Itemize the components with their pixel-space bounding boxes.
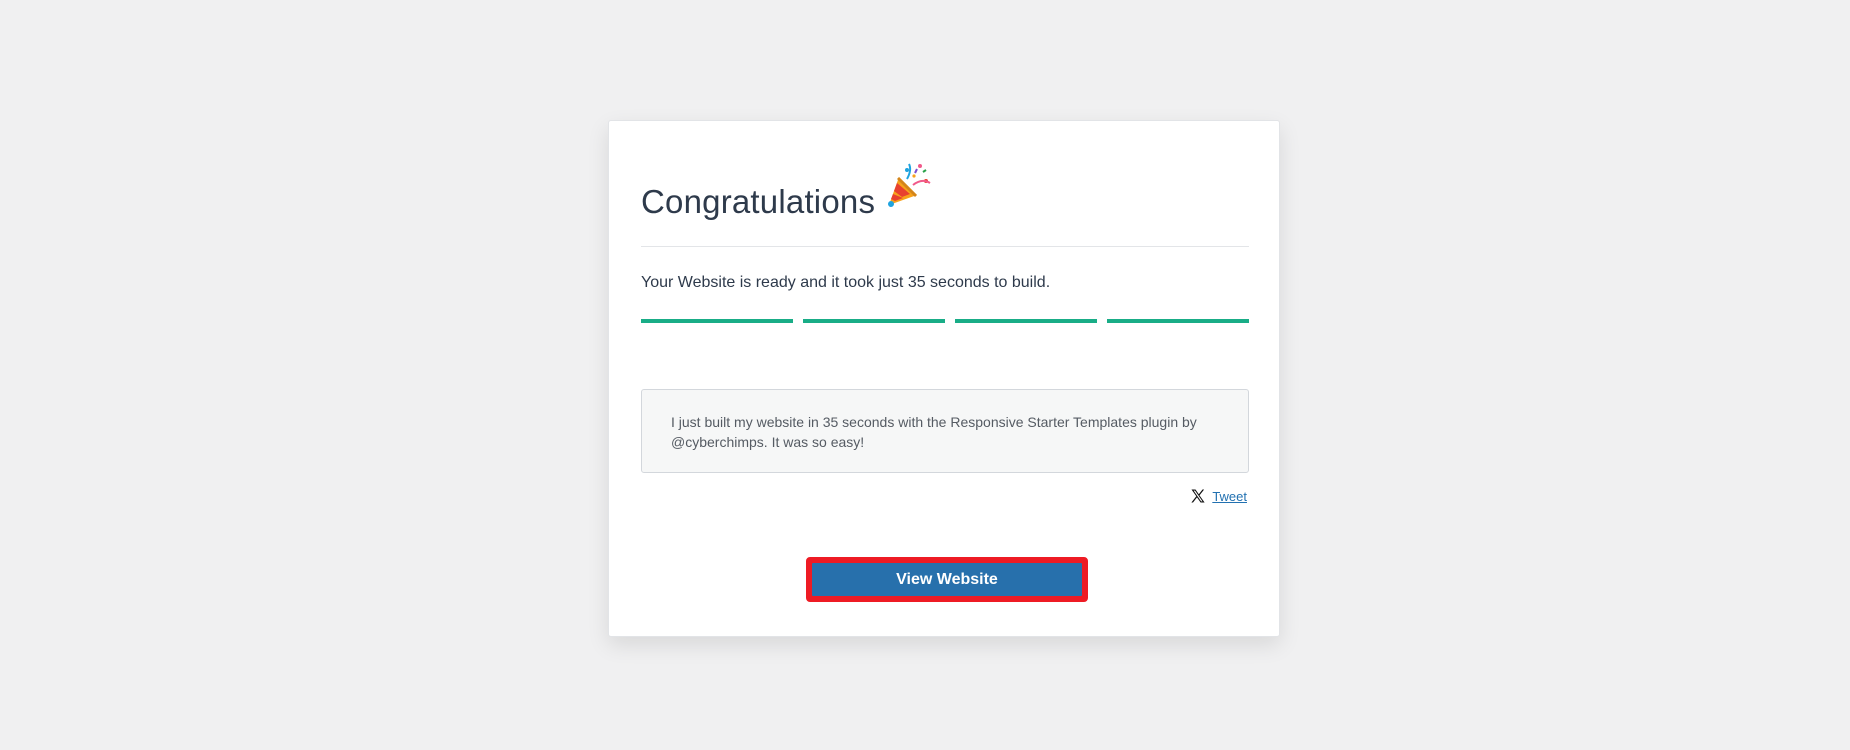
x-logo-icon [1191, 489, 1205, 503]
build-ready-message: Your Website is ready and it took just 3… [641, 274, 1051, 291]
share-text-box: I just built my website in 35 seconds wi… [641, 389, 1249, 473]
view-website-button[interactable]: View Website [812, 563, 1082, 596]
build-progress-bar [641, 319, 1249, 323]
title-row: Congratulations [641, 159, 1249, 247]
progress-segment-4 [1107, 319, 1249, 323]
view-website-button-highlight: View Website [806, 557, 1088, 602]
page-title: Congratulations [641, 183, 876, 220]
congratulations-card: Congratulations Your Website is ready an… [608, 120, 1280, 637]
tweet-link[interactable]: Tweet [1212, 489, 1247, 504]
progress-segment-3 [955, 319, 1097, 323]
tweet-row: Tweet [1190, 486, 1247, 506]
progress-segment-2 [803, 319, 945, 323]
party-popper-icon [888, 163, 931, 207]
progress-segment-1 [641, 319, 793, 323]
